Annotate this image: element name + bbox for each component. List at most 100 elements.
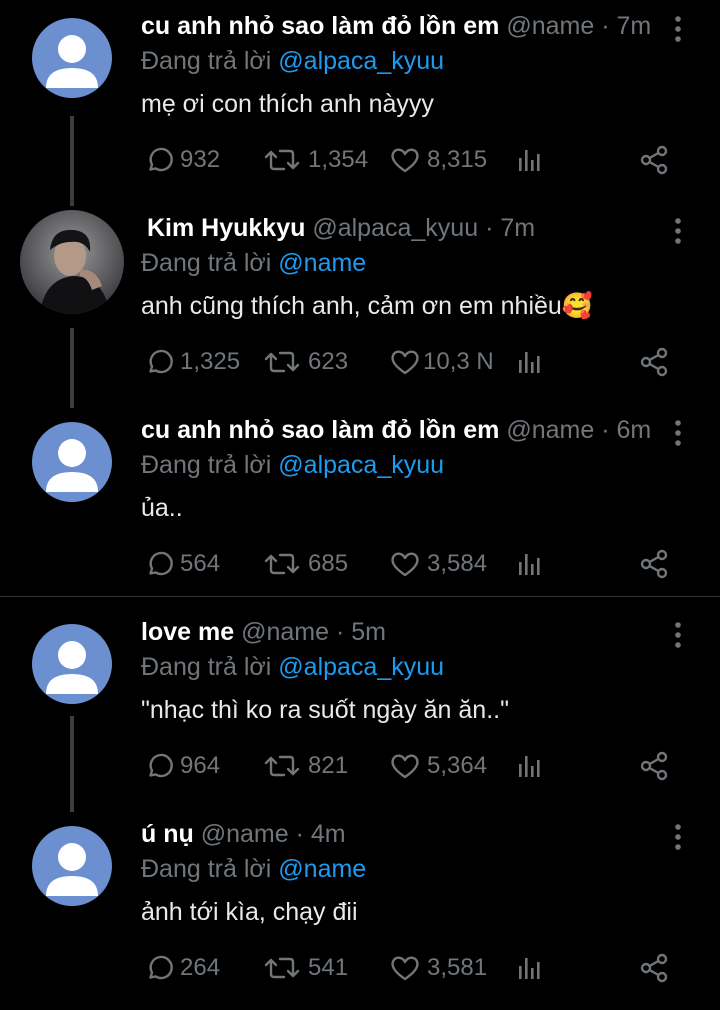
retweet-count: 685 [308, 550, 349, 577]
reply-count: 932 [180, 146, 221, 173]
reply-prefix: Đang trả lời [141, 249, 279, 277]
timestamp: · 5m [335, 618, 386, 646]
thread-divider [0, 596, 720, 597]
reply-button[interactable]: 264 [142, 948, 220, 988]
action-bar: 964 821 5,364 [0, 746, 720, 786]
retweet-count: 623 [308, 348, 349, 375]
like-button[interactable]: 8,315 [389, 140, 487, 180]
retweet-button[interactable]: 821 [262, 746, 348, 786]
display-name[interactable]: love me [141, 618, 234, 646]
heart-icon [389, 952, 421, 984]
reply-prefix: Đang trả lời [141, 47, 279, 75]
share-button[interactable] [638, 544, 670, 584]
retweet-button[interactable]: 541 [262, 948, 348, 988]
avatar[interactable] [32, 624, 112, 704]
heart-icon [389, 144, 421, 176]
share-button[interactable] [638, 140, 670, 180]
tweet[interactable]: love me @name · 5m Đang trả lời @alpaca_… [0, 606, 720, 812]
avatar[interactable] [32, 18, 112, 98]
smiling-face-hearts-emoji: 🥰 [561, 292, 593, 320]
username[interactable]: @name [201, 820, 289, 848]
tweet[interactable]: cu anh nhỏ sao làm đỏ lồn em @name · 6m … [0, 404, 720, 606]
more-options-icon[interactable] [668, 14, 688, 44]
reply-context: Đang trả lời @alpaca_kyuu [141, 651, 444, 683]
analytics-button[interactable] [516, 948, 544, 988]
analytics-button[interactable] [516, 140, 544, 180]
share-button[interactable] [638, 746, 670, 786]
reply-context: Đang trả lời @alpaca_kyuu [141, 449, 444, 481]
display-name[interactable]: cu anh nhỏ sao làm đỏ lồn em [141, 12, 499, 40]
tweet-text: ủa.. [141, 494, 183, 522]
reply-context: Đang trả lời @name [141, 247, 366, 279]
display-name[interactable]: cu anh nhỏ sao làm đỏ lồn em [141, 416, 499, 444]
tweet[interactable]: ú nụ @name · 4m Đang trả lời @name ảnh t… [0, 808, 720, 1010]
retweet-icon [262, 952, 302, 984]
reply-mention[interactable]: @name [278, 249, 366, 277]
like-button[interactable]: 3,581 [389, 948, 487, 988]
reply-count: 564 [180, 550, 221, 577]
tweet[interactable]: cu anh nhỏ sao làm đỏ lồn em @name · 7m … [0, 0, 720, 206]
avatar[interactable] [32, 422, 112, 502]
analytics-button[interactable] [516, 544, 544, 584]
reply-button[interactable]: 964 [142, 746, 220, 786]
username[interactable]: @name [506, 12, 594, 40]
reply-button[interactable]: 1,325 [142, 342, 240, 382]
reply-mention[interactable]: @alpaca_kyuu [278, 653, 444, 681]
tweet-text: "nhạc thì ko ra suốt ngày ăn ăn.." [141, 696, 509, 724]
tweet[interactable]: Kim Hyukkyu @alpaca_kyuu · 7m Đang trả l… [0, 202, 720, 408]
tweet-header: Kim Hyukkyu @alpaca_kyuu · 7m [147, 212, 535, 244]
reply-count: 264 [180, 954, 221, 981]
more-options-icon[interactable] [668, 620, 688, 650]
more-options-icon[interactable] [668, 822, 688, 852]
like-button[interactable]: 10,3 N [389, 342, 494, 382]
timestamp: · 4m [295, 820, 346, 848]
more-options-icon[interactable] [668, 216, 688, 246]
display-name[interactable]: ú nụ [141, 820, 194, 848]
retweet-icon [262, 144, 302, 176]
analytics-icon [516, 752, 544, 780]
username[interactable]: @name [506, 416, 594, 444]
tweet-header: cu anh nhỏ sao làm đỏ lồn em @name · 6m [141, 414, 651, 446]
like-count: 3,581 [427, 954, 488, 981]
heart-icon [389, 346, 421, 378]
avatar[interactable] [20, 210, 124, 314]
retweet-button[interactable]: 1,354 [262, 140, 368, 180]
timestamp: · 7m [601, 12, 652, 40]
share-icon [638, 346, 670, 378]
analytics-button[interactable] [516, 746, 544, 786]
analytics-icon [516, 550, 544, 578]
retweet-button[interactable]: 685 [262, 544, 348, 584]
reply-mention[interactable]: @alpaca_kyuu [278, 47, 444, 75]
username[interactable]: @name [241, 618, 329, 646]
reply-count: 1,325 [180, 348, 241, 375]
like-count: 3,584 [427, 550, 488, 577]
reply-button[interactable]: 564 [142, 544, 220, 584]
share-button[interactable] [638, 342, 670, 382]
username[interactable]: @alpaca_kyuu [312, 214, 478, 242]
retweet-count: 821 [308, 752, 349, 779]
share-icon [638, 750, 670, 782]
retweet-count: 1,354 [308, 146, 369, 173]
heart-icon [389, 548, 421, 580]
reply-prefix: Đang trả lời [141, 653, 279, 681]
reply-mention[interactable]: @name [278, 855, 366, 883]
tweet-text-body: anh cũng thích anh, cảm ơn em nhiều [141, 292, 562, 320]
like-button[interactable]: 3,584 [389, 544, 487, 584]
analytics-button[interactable] [516, 342, 544, 382]
retweet-icon [262, 548, 302, 580]
reply-mention[interactable]: @alpaca_kyuu [278, 451, 444, 479]
tweet-text: anh cũng thích anh, cảm ơn em nhiều🥰 [141, 290, 593, 322]
tweet-header: cu anh nhỏ sao làm đỏ lồn em @name · 7m [141, 10, 651, 42]
reply-icon [142, 144, 174, 176]
display-name[interactable]: Kim Hyukkyu [147, 214, 305, 242]
share-icon [638, 952, 670, 984]
analytics-icon [516, 348, 544, 376]
reply-button[interactable]: 932 [142, 140, 220, 180]
retweet-button[interactable]: 623 [262, 342, 348, 382]
action-bar: 264 541 3,581 [0, 948, 720, 988]
share-button[interactable] [638, 948, 670, 988]
avatar[interactable] [32, 826, 112, 906]
more-options-icon[interactable] [668, 418, 688, 448]
like-button[interactable]: 5,364 [389, 746, 487, 786]
like-count: 8,315 [427, 146, 488, 173]
